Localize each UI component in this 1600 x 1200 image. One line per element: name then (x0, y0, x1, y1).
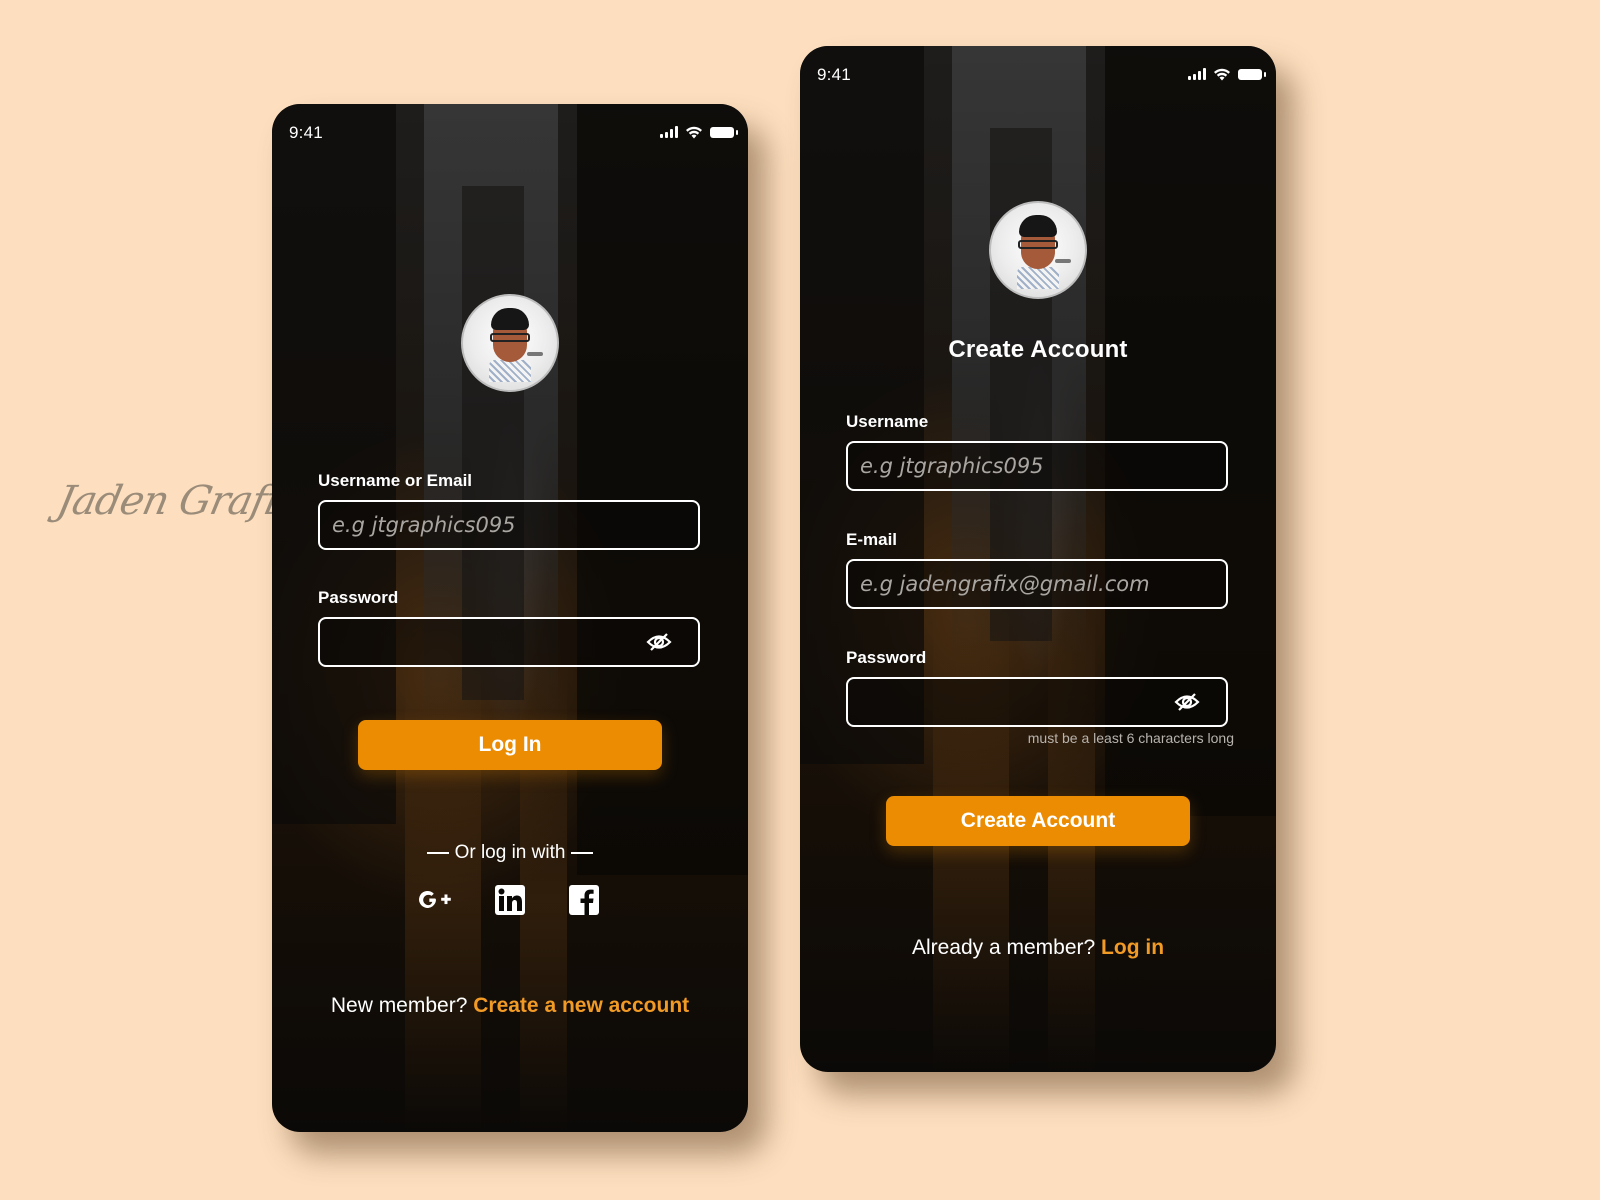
password-input[interactable] (332, 630, 646, 654)
password-label: Password (846, 648, 927, 667)
signup-screen: 9:41 Create Account Username E-mail Pass… (800, 46, 1276, 1072)
social-login-row (272, 883, 748, 917)
login-prompt: Already a member? Log in (800, 936, 1276, 960)
username-input[interactable] (860, 454, 1214, 478)
username-label: Username (846, 412, 929, 431)
email-label: E-mail (846, 530, 898, 549)
login-link[interactable]: Log in (1101, 936, 1164, 959)
page-title: Create Account (948, 336, 1128, 363)
linkedin-icon (495, 885, 525, 915)
google-plus-button[interactable] (419, 883, 453, 917)
email-field[interactable] (846, 559, 1228, 609)
create-account-link[interactable]: Create a new account (473, 994, 689, 1017)
username-field[interactable] (846, 441, 1228, 491)
avatar (461, 294, 559, 392)
signal-icon (1188, 68, 1206, 80)
avatar (989, 201, 1087, 299)
facebook-icon (569, 885, 599, 915)
create-account-button[interactable]: Create Account (886, 796, 1190, 846)
battery-icon (1238, 68, 1266, 80)
password-input[interactable] (860, 690, 1174, 714)
username-label: Username or Email (318, 471, 473, 490)
battery-icon (710, 126, 738, 138)
signal-icon (660, 126, 678, 138)
password-helper-text: must be a least 6 characters long (1027, 730, 1234, 746)
login-screen: 9:41 Username or Email Password (272, 104, 748, 1132)
eye-slash-icon[interactable] (646, 632, 672, 652)
status-bar: 9:41 (800, 46, 1276, 102)
linkedin-button[interactable] (493, 883, 527, 917)
status-bar: 9:41 (272, 104, 748, 160)
login-button[interactable]: Log In (358, 720, 662, 770)
eye-slash-icon[interactable] (1174, 692, 1200, 712)
status-time: 9:41 (289, 123, 323, 142)
facebook-button[interactable] (567, 883, 601, 917)
login-prompt-text: Already a member? (911, 936, 1096, 959)
username-field[interactable] (318, 500, 700, 550)
password-label: Password (318, 588, 399, 607)
social-divider-label: Or log in with (454, 842, 566, 863)
signup-prompt-text: New member? (330, 994, 468, 1017)
username-input[interactable] (332, 513, 686, 537)
status-time: 9:41 (817, 65, 851, 84)
email-input[interactable] (860, 572, 1214, 596)
social-divider: Or log in with (272, 842, 748, 864)
signup-prompt: New member? Create a new account (272, 994, 748, 1018)
password-field[interactable] (846, 677, 1228, 727)
password-field[interactable] (318, 617, 700, 667)
wifi-icon (1214, 68, 1230, 80)
google-plus-icon (419, 890, 451, 908)
wifi-icon (686, 126, 702, 138)
watermark-signature: Jaden Grafix (53, 478, 304, 524)
